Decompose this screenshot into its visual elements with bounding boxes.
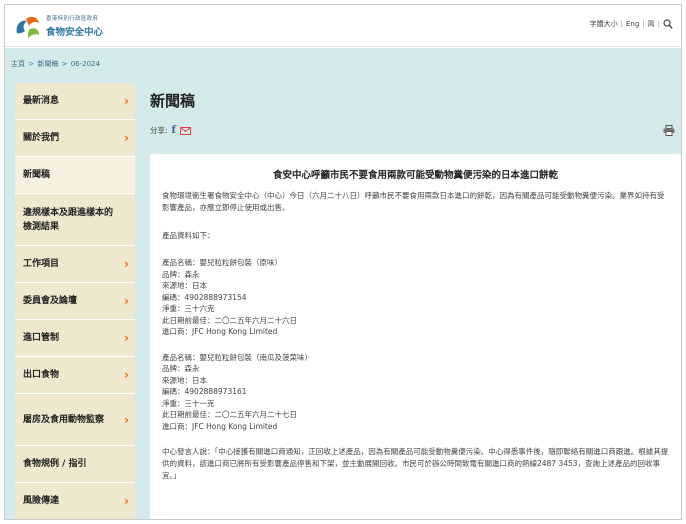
sidebar-item-press-releases[interactable]: 新聞稿 [15,157,135,194]
chevron-right-icon: › [124,257,129,271]
sidebar-item-committees[interactable]: 委員會及論壇 › [15,283,135,320]
sidebar-item-label: 出口食物 [23,370,60,380]
article-headline: 食安中心呼籲市民不要食用兩款可能受動物糞便污染的日本進口餅乾 [272,170,558,181]
spokesman-statement: 中心發言人說：「中心接獲有關進口商通知，正回收上述產品，因為有關產品可能受動物糞… [162,447,669,480]
breadcrumb-separator: > [28,60,35,68]
sidebar-item-label: 新聞稿 [23,170,51,180]
page-title: 新聞稿 [150,92,196,110]
breadcrumb-current: 06-2024 [70,60,100,68]
page: 香港特別行政區政府 食物安全中心 字體大小 | Eng | 简 | 主頁 > 新… [4,4,682,520]
product-brand: 品牌：森永 [162,364,200,373]
product-weight: 淨重：三十六克 [162,304,215,313]
chevron-right-icon: › [124,412,129,427]
sidebar-item-label: 關於我們 [23,133,60,143]
font-size-link[interactable]: 字體大小 [590,19,618,29]
product-name: 產品名稱：嬰兒粒粒餅包裝（原味） [162,258,282,267]
util-divider: | [657,20,660,28]
site-name: 食物安全中心 [46,27,104,38]
breadcrumb-separator: > [61,60,68,68]
sidebar-item-slaughterhouse[interactable]: 屠房及食用動物監察 › [15,394,135,446]
sidebar-item-risk-communication[interactable]: 風險傳達 › [15,483,135,519]
site-header: 香港特別行政區政府 食物安全中心 字體大小 | Eng | 简 | [5,5,681,47]
sidebar-item-import-control[interactable]: 進口管制 › [15,320,135,357]
cfs-logo-icon[interactable] [13,13,43,41]
product-weight: 淨重：三十一克 [162,398,215,408]
breadcrumb-home-link[interactable]: 主頁 [11,60,25,68]
sidebar-item-label: 工作項目 [23,259,60,269]
details-heading: 產品資料如下： [162,231,215,240]
site-logo-text[interactable]: 香港特別行政區政府 食物安全中心 [46,14,103,38]
share-label: 分享: [150,126,168,135]
product-importer: 進口商：JFC Hong Kong Limited [162,327,278,336]
utility-bar: 字體大小 | Eng | 简 | [590,19,673,29]
product-details: 產品名稱：嬰兒粒粒餅包裝（南瓜及菠菜味） 品牌：森永 來源地：日本 編碼：490… [162,352,669,433]
product-best-before: 此日期前最佳：二〇二五年六月二十七日 [162,410,297,419]
breadcrumb: 主頁 > 新聞稿 > 06-2024 [11,59,101,69]
email-icon[interactable] [179,126,191,135]
sidebar-item-label: 違規樣本及跟進樣本的檢測結果 [23,207,114,232]
sidebar-item-label: 屠房及食用動物監察 [23,414,105,425]
product-brand: 品牌：森永 [162,269,200,279]
lang-eng-link[interactable]: Eng [626,20,639,28]
sidebar-item-unsatisfactory-samples[interactable]: 違規樣本及跟進樣本的檢測結果 [15,194,135,246]
product-best-before: 此日期前最佳：二〇二五年六月二十六日 [162,315,297,325]
sidebar-item-food-regulations[interactable]: 食物規例 / 指引 [15,446,135,483]
lang-simplified-link[interactable]: 简 [648,19,655,29]
product-origin: 來源地：日本 [162,375,207,385]
facebook-icon[interactable]: f [172,125,176,136]
util-divider: | [642,20,645,28]
sidebar-item-latest-news[interactable]: 最新消息 › [15,83,135,120]
util-divider: | [620,20,623,28]
chevron-right-icon: › [124,368,129,382]
product-code: 編碼：4902888973161 [162,387,247,396]
sidebar-item-about-us[interactable]: 關於我們 › [15,120,135,157]
product-name: 產品名稱：嬰兒粒粒餅包裝（南瓜及菠菜味） [162,352,312,362]
chevron-right-icon: › [124,131,129,145]
print-icon[interactable] [663,125,675,136]
press-release-article: 食安中心呼籲市民不要食用兩款可能受動物糞便污染的日本進口餅乾 食物環境衞生署食物… [150,154,681,519]
chevron-right-icon: › [124,294,129,308]
sidebar-item-label: 風險傳達 [23,496,60,506]
breadcrumb-press-link[interactable]: 新聞稿 [37,60,58,68]
sidebar-item-export-food[interactable]: 出口食物 › [15,357,135,394]
article-intro: 食物環境衞生署食物安全中心（中心）今日（六月二十八日）呼籲市民不要食用兩款日本進… [162,191,665,212]
chevron-right-icon: › [124,94,129,108]
sidebar-item-label: 食物規例 / 指引 [23,459,87,469]
share-bar: 分享: f [150,125,191,136]
chevron-right-icon: › [124,494,129,508]
sidebar-item-label: 委員會及論壇 [23,296,78,306]
product-details: 產品名稱：嬰兒粒粒餅包裝（原味） 品牌：森永 來源地：日本 編碼：4902888… [162,257,669,338]
search-icon[interactable] [663,19,673,29]
product-code: 編碼：4902888973154 [162,292,247,302]
content-band: 主頁 > 新聞稿 > 06-2024 最新消息 › 關於我們 › 新聞稿 違規樣… [5,48,681,519]
chevron-right-icon: › [124,331,129,345]
org-name: 香港特別行政區政府 [46,16,99,22]
sidebar-nav: 最新消息 › 關於我們 › 新聞稿 違規樣本及跟進樣本的檢測結果 工作項目 › … [15,83,135,519]
sidebar-item-label: 最新消息 [23,96,60,106]
product-origin: 來源地：日本 [162,281,207,290]
sidebar-item-label: 進口管制 [23,333,60,343]
product-importer: 進口商：JFC Hong Kong Limited [162,421,278,431]
sidebar-item-work-projects[interactable]: 工作項目 › [15,246,135,283]
